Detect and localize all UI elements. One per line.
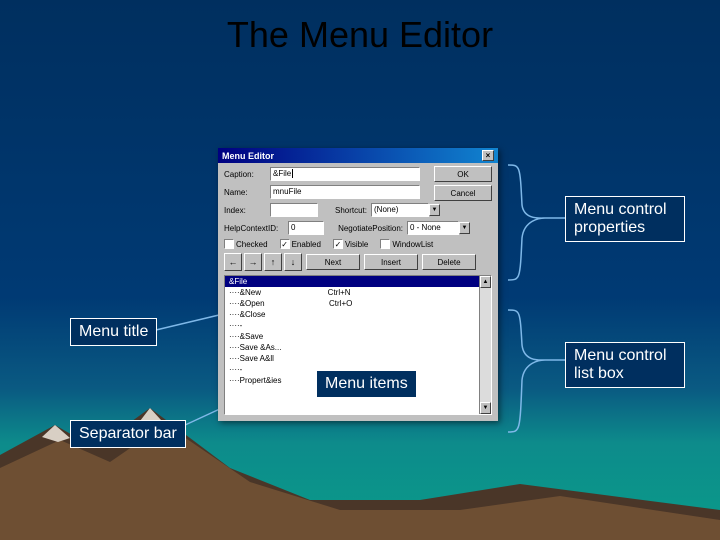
scroll-up-icon[interactable]: ▲ [480, 276, 491, 288]
name-input[interactable]: mnuFile [270, 185, 420, 199]
chevron-down-icon[interactable]: ▼ [459, 222, 470, 234]
chevron-down-icon[interactable]: ▼ [429, 204, 440, 216]
checked-checkbox[interactable]: Checked [224, 239, 268, 249]
next-button[interactable]: Next [306, 254, 360, 270]
enabled-checkbox[interactable]: ✓Enabled [280, 239, 321, 249]
list-item[interactable]: ····Save &As... [225, 342, 491, 353]
delete-button[interactable]: Delete [422, 254, 476, 270]
scrollbar[interactable]: ▲ ▼ [479, 276, 491, 414]
indent-button[interactable]: → [244, 253, 262, 271]
shortcut-combo[interactable]: (None) ▼ [371, 203, 440, 217]
windowlist-checkbox[interactable]: WindowList [380, 239, 433, 249]
arrow-button-group: ← → ↑ ↓ [224, 253, 302, 271]
slide: The Menu Editor Menu control properties … [0, 0, 720, 540]
shortcut-label: Shortcut: [322, 206, 367, 215]
list-item[interactable]: &File [225, 276, 491, 287]
list-item[interactable]: ····&New Ctrl+N [225, 287, 491, 298]
callout-separator: Separator bar [70, 420, 186, 448]
text-caret [292, 169, 295, 178]
dialog-titlebar[interactable]: Menu Editor × [218, 148, 498, 163]
index-input[interactable] [270, 203, 318, 217]
outdent-button[interactable]: ← [224, 253, 242, 271]
helpctx-input[interactable]: 0 [288, 221, 324, 235]
dialog-title: Menu Editor [222, 151, 274, 161]
caption-input[interactable]: &File [270, 167, 420, 181]
callout-listbox: Menu control list box [565, 342, 685, 388]
visible-checkbox[interactable]: ✓Visible [333, 239, 368, 249]
helpctx-label: HelpContextID: [224, 224, 284, 233]
list-item[interactable]: ····- [225, 320, 491, 331]
moveup-button[interactable]: ↑ [264, 253, 282, 271]
negpos-combo[interactable]: 0 - None ▼ [407, 221, 470, 235]
list-item[interactable]: ····&Save [225, 331, 491, 342]
close-icon[interactable]: × [482, 150, 494, 161]
callout-menuitems: Menu items [316, 370, 417, 398]
page-title: The Menu Editor [0, 14, 720, 56]
cancel-button[interactable]: Cancel [434, 185, 492, 201]
movedown-button[interactable]: ↓ [284, 253, 302, 271]
list-item[interactable]: ····&Close [225, 309, 491, 320]
insert-button[interactable]: Insert [364, 254, 418, 270]
negpos-label: NegotiatePosition: [328, 224, 403, 233]
list-item[interactable]: ····Save A&ll [225, 353, 491, 364]
ok-button[interactable]: OK [434, 166, 492, 182]
index-label: Index: [224, 206, 266, 215]
name-label: Name: [224, 188, 266, 197]
caption-label: Caption: [224, 170, 266, 179]
callout-properties: Menu control properties [565, 196, 685, 242]
callout-menutitle: Menu title [70, 318, 157, 346]
dialog-side-buttons: OK Cancel [434, 166, 492, 204]
scroll-down-icon[interactable]: ▼ [480, 402, 491, 414]
list-item[interactable]: ····&Open Ctrl+O [225, 298, 491, 309]
